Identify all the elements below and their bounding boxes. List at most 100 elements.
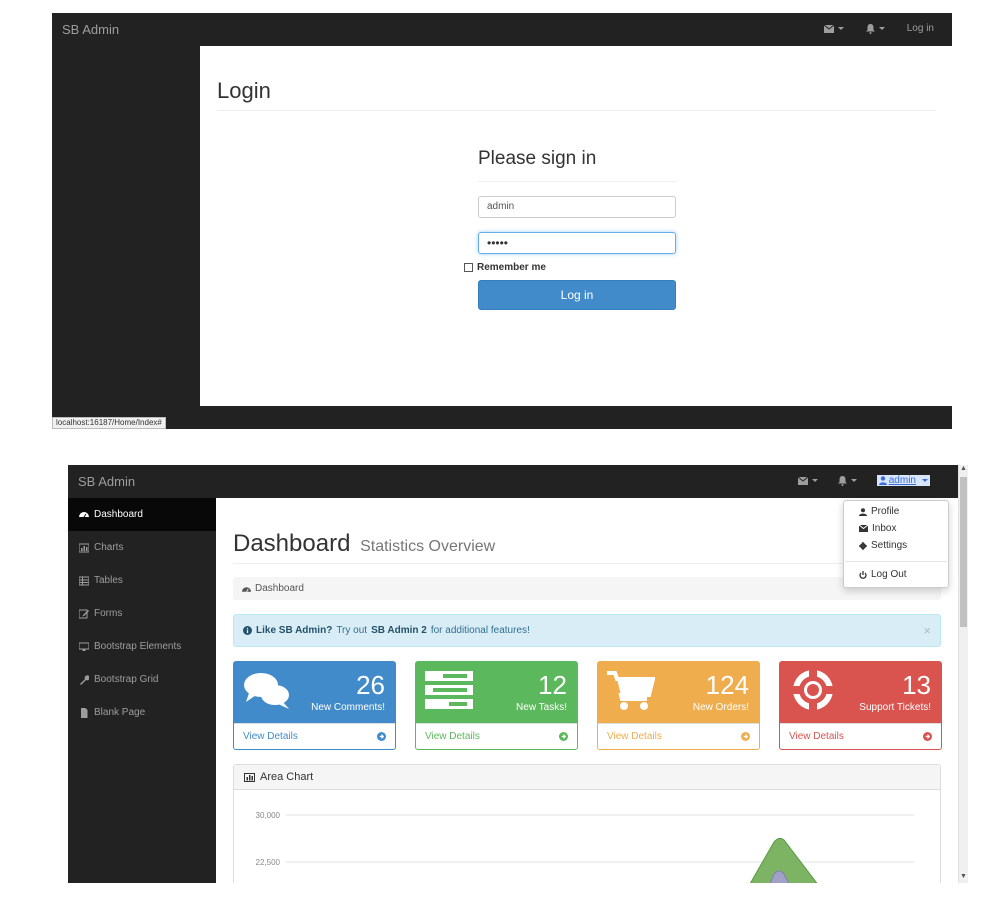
- username-field[interactable]: admin: [478, 196, 676, 218]
- panel-value: 13: [902, 670, 931, 700]
- y-tick-label: 22,500: [256, 858, 281, 867]
- login-screen: SB Admin Log in Login Please sign in adm…: [52, 13, 952, 429]
- login-button[interactable]: Log in: [478, 280, 676, 310]
- password-field[interactable]: •••••: [478, 232, 676, 254]
- panel-support: 13 Support Tickets! View Details: [779, 661, 942, 750]
- dashboard-icon: [242, 586, 251, 592]
- panel-heading: 13 Support Tickets!: [780, 662, 941, 723]
- envelope-icon: [859, 525, 868, 532]
- sidebar-item-label: Charts: [94, 542, 124, 553]
- sidebar-item-bootstrap-elements[interactable]: Bootstrap Elements: [68, 630, 216, 663]
- login-link[interactable]: Log in: [907, 23, 934, 34]
- bar-chart-icon: [79, 543, 89, 552]
- view-details-link[interactable]: View Details: [598, 723, 759, 749]
- sidebar-item-bootstrap-grid[interactable]: Bootstrap Grid: [68, 663, 216, 696]
- remember-checkbox[interactable]: [464, 263, 473, 272]
- alerts-dropdown[interactable]: [865, 23, 885, 34]
- browser-status-url: localhost:16187/Home/Index#: [52, 417, 166, 429]
- sidebar-item-label: Blank Page: [94, 707, 146, 718]
- desktop-icon: [79, 642, 89, 651]
- breadcrumb: Dashboard: [233, 577, 941, 600]
- view-details-link[interactable]: View Details: [234, 723, 395, 749]
- navbar-right: Log in: [823, 23, 934, 34]
- sidebar-item-forms[interactable]: Forms: [68, 597, 216, 630]
- sidebar-item-tables[interactable]: Tables: [68, 564, 216, 597]
- panel-value: 124: [705, 670, 749, 700]
- alert-link[interactable]: SB Admin 2: [371, 625, 427, 636]
- info-circle-icon: [243, 626, 252, 635]
- panel-value: 12: [538, 670, 567, 700]
- navbar-right: admin: [797, 475, 930, 486]
- user-menu[interactable]: admin: [876, 475, 930, 486]
- scroll-up-icon[interactable]: ▲: [960, 465, 967, 472]
- user-icon: [859, 507, 867, 516]
- panel-comments: 26 New Comments! View Details: [233, 661, 396, 750]
- view-details-link[interactable]: View Details: [780, 723, 941, 749]
- sidebar: Dashboard Charts Tables Forms Bootstrap …: [68, 498, 216, 883]
- caret-icon: [922, 479, 928, 482]
- brand-link[interactable]: SB Admin: [62, 22, 119, 37]
- divider: [478, 181, 676, 182]
- dropdown-item-logout[interactable]: Log Out: [859, 569, 907, 580]
- dropdown-item-settings[interactable]: Settings: [859, 540, 907, 551]
- area-chart-heading: Area Chart: [234, 765, 940, 790]
- panel-label: Support Tickets!: [859, 702, 931, 713]
- brand-link[interactable]: SB Admin: [78, 474, 135, 489]
- page-title: Dashboard Statistics Overview: [233, 530, 495, 558]
- edit-icon: [79, 609, 89, 618]
- sidebar-item-label: Tables: [94, 575, 123, 586]
- close-icon[interactable]: ×: [923, 623, 931, 638]
- area-chart-title: Area Chart: [260, 771, 314, 783]
- power-icon: [859, 570, 867, 579]
- view-details-label: View Details: [789, 731, 844, 742]
- remember-me[interactable]: Remember me: [464, 262, 546, 273]
- sidebar-item-label: Dashboard: [94, 509, 143, 520]
- arrow-circle-right-icon: [559, 732, 568, 741]
- sidebar-item-label: Bootstrap Elements: [94, 641, 182, 652]
- panel-label: New Orders!: [692, 702, 749, 713]
- shopping-cart-icon: [607, 671, 655, 710]
- y-tick-label: 30,000: [256, 811, 281, 820]
- dropdown-item-profile[interactable]: Profile: [859, 506, 899, 517]
- scroll-thumb[interactable]: [960, 477, 967, 627]
- dropdown-item-label: Profile: [871, 506, 900, 517]
- vertical-scrollbar[interactable]: ▲ ▼: [958, 465, 968, 883]
- panel-heading: 26 New Comments!: [234, 662, 395, 723]
- bar-chart-icon: [244, 772, 255, 782]
- messages-dropdown[interactable]: [823, 24, 844, 33]
- info-alert: Like SB Admin? Try out SB Admin 2 for ad…: [233, 614, 941, 647]
- area-chart: 30,000 22,500: [256, 811, 914, 883]
- alert-strong: Like SB Admin?: [256, 625, 333, 636]
- sidebar-item-charts[interactable]: Charts: [68, 531, 216, 564]
- sidebar-item-blank-page[interactable]: Blank Page: [68, 696, 216, 729]
- alert-text: Try out: [336, 625, 368, 636]
- support-icon: [793, 670, 833, 710]
- arrow-circle-right-icon: [377, 732, 386, 741]
- dropdown-item-inbox[interactable]: Inbox: [859, 523, 896, 534]
- divider: [233, 563, 941, 564]
- caret-icon: [850, 479, 857, 482]
- remember-label: Remember me: [477, 262, 546, 273]
- scroll-down-icon[interactable]: ▼: [960, 873, 967, 880]
- sidebar-item-dashboard[interactable]: Dashboard: [68, 498, 216, 531]
- panel-heading: 12 New Tasks!: [416, 662, 577, 723]
- tasks-icon: [425, 671, 473, 709]
- dropdown-item-label: Settings: [871, 540, 908, 551]
- messages-dropdown[interactable]: [797, 476, 818, 485]
- user-dropdown-menu: Profile Inbox Settings Log Out: [843, 500, 949, 588]
- alerts-dropdown[interactable]: [837, 475, 857, 486]
- panel-label: New Comments!: [311, 702, 385, 713]
- view-details-link[interactable]: View Details: [416, 723, 577, 749]
- panel-tasks: 12 New Tasks! View Details: [415, 661, 578, 750]
- sidebar-item-label: Forms: [94, 608, 123, 619]
- dropdown-item-label: Inbox: [872, 523, 897, 534]
- comments-icon: [244, 673, 289, 709]
- user-icon: [878, 476, 887, 485]
- gear-icon: [859, 541, 867, 550]
- dropdown-item-label: Log Out: [871, 569, 907, 580]
- top-navbar: SB Admin Log in: [52, 13, 952, 46]
- caret-icon: [837, 27, 844, 30]
- wrench-icon: [80, 674, 89, 685]
- panel-value: 26: [356, 670, 385, 700]
- caret-icon: [878, 27, 885, 30]
